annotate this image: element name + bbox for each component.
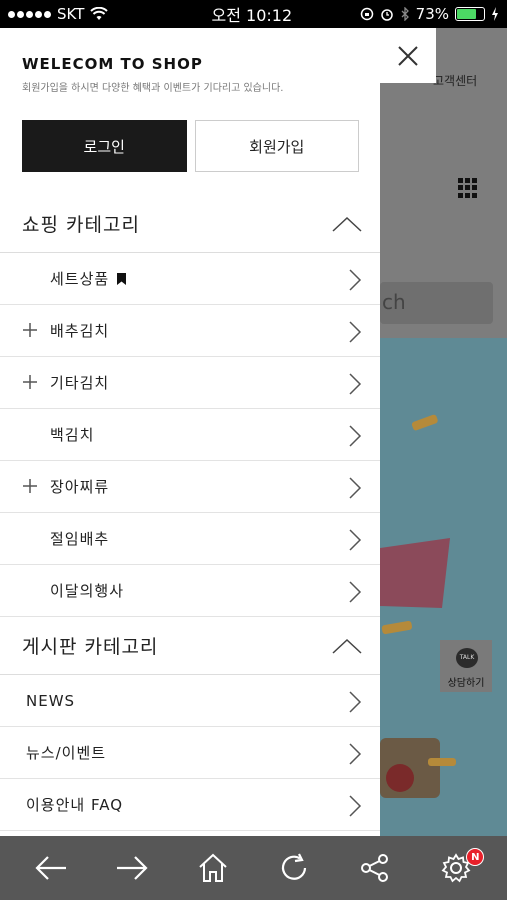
home-icon: [199, 853, 227, 882]
category-item-label: 기타김치: [50, 374, 110, 392]
board-category-title: 게시판 카테고리: [22, 636, 159, 658]
back-button[interactable]: [29, 846, 73, 890]
status-time: 오전 10:12: [211, 6, 293, 25]
refresh-icon: [282, 853, 307, 880]
signal-strength-icon: [8, 10, 51, 18]
shopping-category-item[interactable]: 백김치: [0, 409, 380, 461]
shopping-category-item[interactable]: 기타김치: [0, 357, 380, 409]
bluetooth-icon: [401, 7, 409, 21]
talk-consult-label: 상담하기: [447, 678, 485, 689]
category-item-label: 이달의행사: [50, 582, 125, 600]
chevron-right-icon: [349, 743, 362, 765]
shopping-category-title: 쇼핑 카테고리: [22, 214, 140, 236]
board-item-label: 이용안내 FAQ: [26, 796, 124, 814]
refresh-button[interactable]: [272, 846, 316, 890]
chevron-right-icon: [349, 373, 362, 395]
category-item-label: 절임배추: [50, 530, 110, 548]
shopping-category-item[interactable]: 세트상품: [0, 253, 380, 305]
home-button[interactable]: [191, 846, 235, 890]
kakao-talk-consult-button: TALK 상담하기: [440, 640, 492, 692]
share-button[interactable]: [353, 846, 397, 890]
share-icon: [361, 854, 389, 882]
banner-graphic: [380, 414, 456, 798]
chevron-right-icon: [349, 425, 362, 447]
status-left: SKT: [8, 5, 178, 23]
back-arrow-icon: [35, 856, 66, 880]
expand-plus-icon[interactable]: [22, 478, 38, 494]
board-item-label: 뉴스/이벤트: [26, 744, 107, 762]
shopping-category-list: 세트상품배추김치기타김치백김치장아찌류절임배추이달의행사: [0, 253, 380, 617]
wifi-icon: [90, 7, 109, 20]
browser-toolbar: N: [0, 836, 507, 900]
shopping-category-header[interactable]: 쇼핑 카테고리: [0, 195, 380, 253]
chevron-right-icon: [349, 477, 362, 499]
chevron-up-icon: [332, 638, 362, 654]
orientation-lock-icon: [360, 7, 373, 21]
chevron-right-icon: [349, 581, 362, 603]
status-right: 73%: [360, 5, 499, 23]
background-search-field: ch: [380, 282, 493, 324]
talk-bubble-icon: TALK: [456, 648, 478, 668]
alarm-icon: [380, 9, 393, 21]
status-bar: SKT 오전 10:12 73%: [0, 0, 507, 28]
category-item-label: 장아찌류: [50, 478, 110, 496]
shopping-category-item[interactable]: 배추김치: [0, 305, 380, 357]
side-drawer: WELECOM TO SHOP 회원가입을 하시면 다양한 혜택과 이벤트가 기…: [0, 28, 380, 836]
chevron-right-icon: [349, 795, 362, 817]
shopping-category-item[interactable]: 이달의행사: [0, 565, 380, 617]
bookmark-icon: [117, 272, 127, 285]
battery-percent: 73%: [415, 5, 449, 23]
forward-button[interactable]: [110, 846, 154, 890]
welcome-subtitle: 회원가입을 하시면 다양한 혜택과 이벤트가 기다리고 있습니다.: [22, 83, 284, 94]
welcome-section: WELECOM TO SHOP 회원가입을 하시면 다양한 혜택과 이벤트가 기…: [0, 28, 380, 118]
signup-button[interactable]: 회원가입: [194, 120, 359, 172]
charging-icon: [492, 7, 498, 21]
carrier-name: SKT: [57, 5, 85, 23]
chevron-up-icon: [332, 216, 362, 232]
shopping-category-item[interactable]: 절임배추: [0, 513, 380, 565]
battery-icon: [455, 7, 485, 21]
customer-center-link: 고객센터: [433, 74, 478, 88]
close-drawer-button[interactable]: [380, 28, 436, 83]
board-category-list: NEWS 뉴스/이벤트이용안내 FAQ: [0, 675, 380, 831]
auth-buttons: 로그인 회원가입: [0, 120, 380, 172]
board-item-label: NEWS: [26, 691, 76, 710]
expand-plus-icon[interactable]: [22, 322, 38, 338]
login-button[interactable]: 로그인: [22, 120, 187, 172]
grid-menu-icon: [458, 178, 478, 198]
category-item-label: 백김치: [50, 426, 95, 444]
forward-arrow-icon: [116, 856, 148, 880]
chevron-right-icon: [349, 269, 362, 291]
chevron-right-icon: [349, 529, 362, 551]
board-category-item[interactable]: NEWS: [0, 675, 380, 727]
category-item-label: 배추김치: [50, 322, 110, 340]
settings-notification-badge: N: [466, 848, 485, 866]
welcome-title: WELECOM TO SHOP: [22, 55, 203, 73]
category-item-label: 세트상품: [50, 270, 110, 288]
board-category-item[interactable]: 이용안내 FAQ: [0, 779, 380, 831]
chevron-right-icon: [349, 691, 362, 713]
shopping-category-item[interactable]: 장아찌류: [0, 461, 380, 513]
chevron-right-icon: [349, 321, 362, 343]
settings-button[interactable]: N: [434, 846, 485, 890]
background-banner: [380, 338, 507, 848]
board-category-item[interactable]: 뉴스/이벤트: [0, 727, 380, 779]
board-category-header[interactable]: 게시판 카테고리: [0, 617, 380, 675]
expand-plus-icon[interactable]: [22, 374, 38, 390]
close-icon: [398, 45, 418, 66]
